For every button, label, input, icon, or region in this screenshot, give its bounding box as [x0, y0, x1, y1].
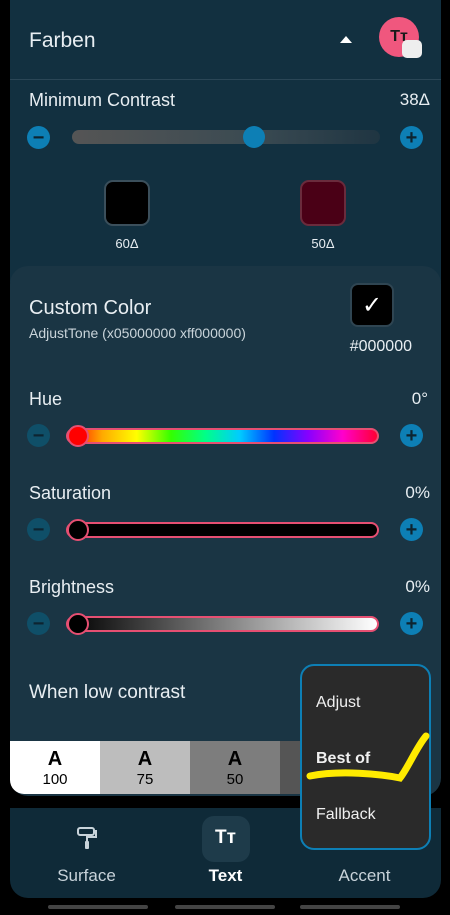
brightness-slider[interactable]: [66, 616, 379, 632]
gesture-handle: [48, 905, 148, 909]
hue-value: 0°: [411, 389, 428, 408]
menu-item-adjust[interactable]: Adjust: [316, 694, 360, 712]
gesture-handle: [300, 905, 400, 909]
custom-color-hex: #000000: [349, 338, 412, 355]
alpha-option-letter: A: [47, 747, 63, 770]
alpha-option-value: 100: [42, 770, 68, 788]
brightness-decrease-button[interactable]: −: [27, 612, 50, 635]
contrast-swatch-maroon[interactable]: [300, 180, 346, 226]
min-contrast-increase-button[interactable]: +: [400, 126, 423, 149]
highlight-annotation: [306, 732, 430, 782]
swatch-caption-60: 60Δ: [115, 236, 139, 251]
min-contrast-label: Minimum Contrast: [29, 90, 176, 110]
brightness-value: 0%: [405, 577, 430, 596]
hue-slider-thumb[interactable]: [67, 425, 89, 447]
nav-accent-label: Accent: [338, 866, 391, 885]
saturation-increase-button[interactable]: +: [400, 518, 423, 541]
alpha-option-value: 50: [226, 770, 244, 788]
app-screen: Farben Tт Minimum Contrast 38Δ − + 60Δ 5…: [0, 0, 450, 915]
text-format-icon: Tт: [215, 827, 236, 848]
hue-label: Hue: [29, 389, 63, 409]
nav-text-label: Text: [208, 866, 243, 885]
nav-text[interactable]: Tт Text: [154, 808, 297, 898]
chevron-up-icon[interactable]: [340, 36, 352, 43]
saturation-decrease-button[interactable]: −: [27, 518, 50, 541]
swatch-caption-50: 50Δ: [311, 236, 335, 251]
alpha-option-75[interactable]: A 75: [100, 741, 190, 794]
saturation-slider[interactable]: [66, 522, 379, 538]
nav-surface[interactable]: Surface: [15, 808, 158, 898]
text-alpha-toggle-group: A 100 A 75 A 50: [10, 741, 310, 794]
saturation-value: 0%: [405, 483, 430, 502]
panel-header[interactable]: Farben Tт: [10, 0, 441, 80]
alpha-option-50[interactable]: A 50: [190, 741, 280, 794]
contrast-swatch-black[interactable]: [104, 180, 150, 226]
hue-decrease-button[interactable]: −: [27, 424, 50, 447]
min-contrast-decrease-button[interactable]: −: [27, 126, 50, 149]
min-contrast-value: 38Δ: [399, 90, 430, 109]
custom-color-swatch[interactable]: ✓: [350, 283, 394, 327]
panel-title: Farben: [29, 29, 96, 52]
alpha-option-value: 75: [136, 770, 154, 788]
brightness-slider-thumb[interactable]: [67, 613, 89, 635]
saturation-slider-thumb[interactable]: [67, 519, 89, 541]
paint-roller-icon: [75, 826, 99, 850]
min-contrast-slider[interactable]: [72, 130, 380, 144]
alpha-option-letter: A: [227, 747, 243, 770]
min-contrast-slider-thumb[interactable]: [243, 126, 265, 148]
saturation-label: Saturation: [29, 483, 112, 503]
alpha-option-letter: A: [137, 747, 153, 770]
low-contrast-label: When low contrast: [29, 682, 186, 703]
custom-color-subtitle: AdjustTone (x05000000 xff000000): [29, 325, 246, 341]
hue-slider[interactable]: [66, 428, 379, 444]
avatar-badge-icon: [402, 40, 422, 58]
menu-item-fallback[interactable]: Fallback: [316, 806, 376, 824]
custom-color-title: Custom Color: [29, 297, 152, 319]
nav-surface-label: Surface: [57, 866, 116, 885]
hue-increase-button[interactable]: +: [400, 424, 423, 447]
checkmark-icon: ✓: [361, 291, 383, 319]
alpha-option-100[interactable]: A 100: [10, 741, 100, 794]
brightness-increase-button[interactable]: +: [400, 612, 423, 635]
brightness-label: Brightness: [29, 577, 115, 597]
gesture-handle: [175, 905, 275, 909]
